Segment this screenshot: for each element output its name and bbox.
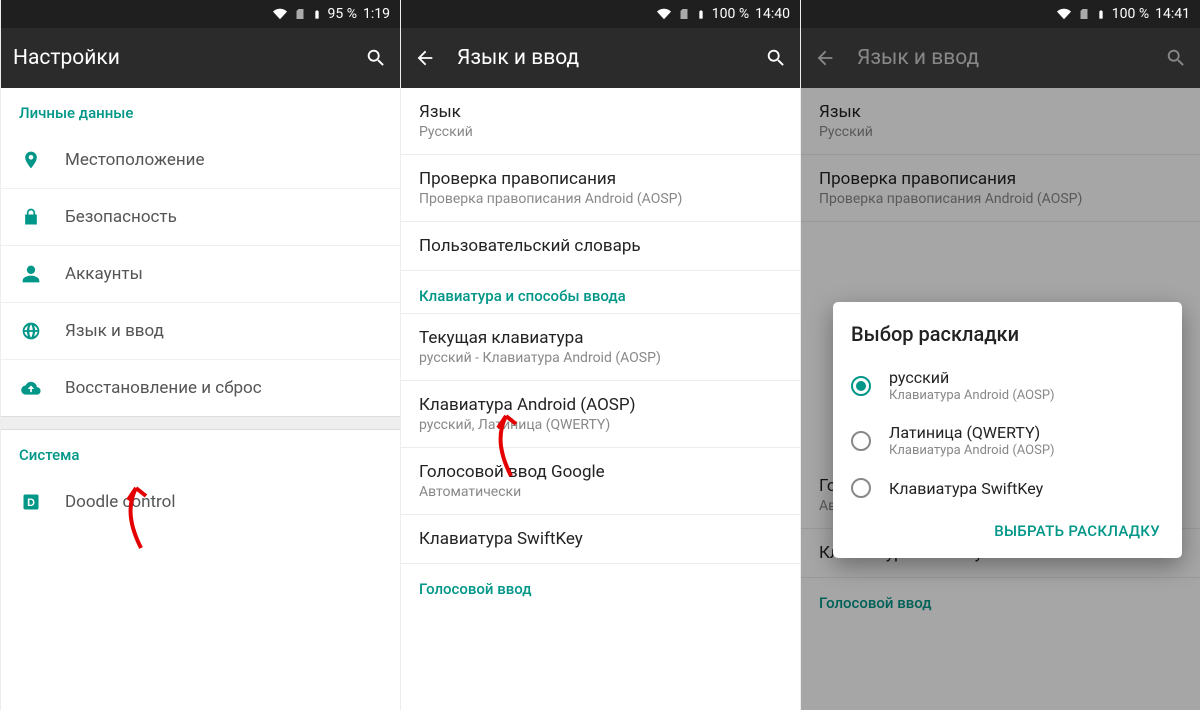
- battery-text: 95 %: [328, 6, 357, 22]
- pref-language[interactable]: Язык Русский: [401, 88, 800, 155]
- search-icon[interactable]: [1164, 46, 1188, 70]
- battery-icon: [312, 7, 322, 22]
- item-security[interactable]: Безопасность: [1, 188, 400, 245]
- section-personal: Личные данные: [1, 88, 400, 132]
- pref-google-voice[interactable]: Голосовой ввод Google Автоматически: [401, 448, 800, 515]
- sim-icon: [678, 7, 690, 21]
- battery-text: 100 %: [712, 6, 749, 22]
- pref-current-keyboard[interactable]: Текущая клавиатура русский - Клавиатура …: [401, 314, 800, 381]
- pref-sub: Проверка правописания Android (AOSP): [419, 191, 782, 207]
- lang-content-bg: Язык Русский Проверка правописания Прове…: [801, 88, 1200, 710]
- dialog-title: Выбор раскладки: [851, 322, 1164, 346]
- pref-title: Язык: [419, 102, 782, 122]
- globe-icon: [21, 321, 65, 341]
- radio-icon: [851, 431, 871, 451]
- back-icon[interactable]: [813, 46, 837, 70]
- pref-title: Клавиатура SwiftKey: [419, 529, 782, 549]
- status-bar: 95 % 1:19: [1, 0, 400, 28]
- clock-text: 14:40: [755, 6, 790, 22]
- screen-layout-dialog: 100 % 14:41 Язык и ввод Язык Русский Про…: [800, 0, 1200, 710]
- item-label: Язык и ввод: [65, 321, 164, 341]
- page-title: Настройки: [13, 46, 344, 70]
- app-bar: Язык и ввод: [401, 28, 800, 88]
- pref-title: Клавиатура Android (AOSP): [419, 395, 782, 415]
- pref-sub: Русский: [419, 124, 782, 140]
- settings-content: Личные данные Местоположение Безопасност…: [1, 88, 400, 710]
- radio-sub: Клавиатура Android (AOSP): [889, 388, 1055, 403]
- pref-spellcheck[interactable]: Проверка правописания Проверка правописа…: [401, 155, 800, 222]
- clock-text: 1:19: [363, 6, 390, 22]
- item-label: Аккаунты: [65, 264, 143, 284]
- radio-label: Латиница (QWERTY): [889, 423, 1055, 442]
- pref-swiftkey[interactable]: Клавиатура SwiftKey: [401, 515, 800, 564]
- pref-sub: русский, Латиница (QWERTY): [419, 417, 782, 433]
- search-icon[interactable]: [764, 46, 788, 70]
- choose-layout-button[interactable]: ВЫБРАТЬ РАСКЛАДКУ: [851, 508, 1164, 548]
- section-voice: Голосовой ввод: [401, 564, 800, 606]
- screen-language-input: 100 % 14:40 Язык и ввод Язык Русский Про…: [400, 0, 800, 710]
- pref-title: Текущая клавиатура: [419, 328, 782, 348]
- screen-settings: 95 % 1:19 Настройки Личные данные Местоп…: [0, 0, 400, 710]
- radio-label: Клавиатура SwiftKey: [889, 479, 1043, 498]
- item-accounts[interactable]: Аккаунты: [1, 245, 400, 302]
- status-bar: 100 % 14:40: [401, 0, 800, 28]
- radio-icon: [851, 478, 871, 498]
- app-bar: Язык и ввод: [801, 28, 1200, 88]
- radio-sub: Клавиатура Android (AOSP): [889, 443, 1055, 458]
- backup-icon: [21, 378, 65, 398]
- lock-icon: [21, 207, 65, 227]
- account-icon: [21, 264, 65, 284]
- wifi-icon: [1056, 7, 1072, 21]
- radio-option-russian[interactable]: русский Клавиатура Android (AOSP): [851, 358, 1164, 413]
- svg-text:D: D: [27, 497, 35, 509]
- battery-icon: [1096, 7, 1106, 22]
- pref-user-dict[interactable]: Пользовательский словарь: [401, 222, 800, 271]
- page-title: Язык и ввод: [857, 46, 1144, 70]
- item-language-input[interactable]: Язык и ввод: [1, 302, 400, 359]
- page-title: Язык и ввод: [457, 46, 744, 70]
- radio-icon: [851, 376, 871, 396]
- item-label: Безопасность: [65, 207, 177, 227]
- lang-content: Язык Русский Проверка правописания Прове…: [401, 88, 800, 710]
- wifi-icon: [656, 7, 672, 21]
- app-bar: Настройки: [1, 28, 400, 88]
- back-icon[interactable]: [413, 46, 437, 70]
- sim-icon: [294, 7, 306, 21]
- section-divider: [1, 416, 400, 430]
- item-doodle[interactable]: D Doodle control: [1, 474, 400, 530]
- status-bar: 100 % 14:41: [801, 0, 1200, 28]
- item-label: Местоположение: [65, 150, 205, 170]
- pref-aosp-keyboard[interactable]: Клавиатура Android (AOSP) русский, Латин…: [401, 381, 800, 448]
- pref-title: Проверка правописания: [419, 169, 782, 189]
- item-label: Восстановление и сброс: [65, 378, 262, 398]
- item-backup-reset[interactable]: Восстановление и сброс: [1, 359, 400, 416]
- radio-label: русский: [889, 368, 1055, 387]
- radio-option-latin[interactable]: Латиница (QWERTY) Клавиатура Android (AO…: [851, 413, 1164, 468]
- location-icon: [21, 150, 65, 170]
- search-icon[interactable]: [364, 46, 388, 70]
- wifi-icon: [272, 7, 288, 21]
- sim-icon: [1078, 7, 1090, 21]
- battery-icon: [696, 7, 706, 22]
- pref-sub: Автоматически: [419, 484, 782, 500]
- layout-dialog: Выбор раскладки русский Клавиатура Andro…: [833, 302, 1182, 558]
- doodle-icon: D: [21, 492, 65, 512]
- section-keyboard: Клавиатура и способы ввода: [401, 271, 800, 314]
- battery-text: 100 %: [1112, 6, 1149, 22]
- clock-text: 14:41: [1155, 6, 1190, 22]
- section-system: Система: [1, 430, 400, 474]
- item-location[interactable]: Местоположение: [1, 132, 400, 188]
- pref-title: Голосовой ввод Google: [419, 462, 782, 482]
- pref-sub: русский - Клавиатура Android (AOSP): [419, 350, 782, 366]
- item-label: Doodle control: [65, 492, 175, 512]
- radio-option-swiftkey[interactable]: Клавиатура SwiftKey: [851, 468, 1164, 508]
- pref-title: Пользовательский словарь: [419, 236, 782, 256]
